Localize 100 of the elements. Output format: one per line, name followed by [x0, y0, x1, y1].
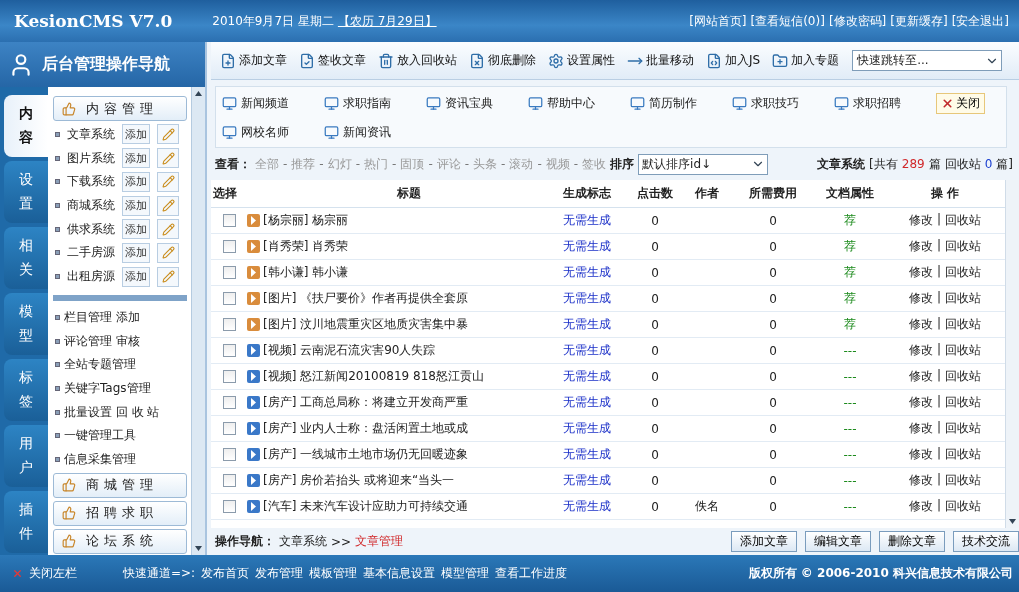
row-checkbox[interactable] — [222, 344, 236, 357]
toolbar-button[interactable]: 设置属性 — [543, 52, 620, 69]
side-tab[interactable]: 内容 — [4, 95, 48, 157]
side-tab[interactable]: 模型 — [4, 293, 48, 355]
action-button[interactable]: 技术交流 — [953, 531, 1019, 552]
lunar-date-link[interactable]: 【农历 7月29日】 — [337, 12, 437, 30]
row-checkbox[interactable] — [222, 240, 236, 253]
toolbar-button[interactable]: 签收文章 — [294, 52, 371, 69]
row-checkbox[interactable] — [222, 370, 236, 383]
article-title[interactable]: [肖秀荣] 肖秀荣 — [263, 238, 349, 255]
channel-link[interactable]: 新闻资讯 — [324, 124, 426, 141]
footer-link[interactable]: 模型管理 — [441, 565, 490, 582]
add-button[interactable]: 添加 — [122, 124, 150, 145]
edit-link[interactable]: 修改 — [908, 238, 933, 255]
article-title[interactable]: [汽车] 未来汽车设计应助力可持续交通 — [263, 498, 469, 515]
recycle-link[interactable]: 回收站 — [945, 316, 981, 333]
toolbar-button[interactable]: 加入JS — [701, 52, 766, 69]
group-header[interactable]: 招聘求职 — [53, 501, 187, 526]
menu-item[interactable]: 栏目管理 添加 — [64, 308, 140, 326]
system-link[interactable]: 下载系统 — [67, 173, 119, 191]
footer-link[interactable]: 基本信息设置 — [363, 565, 436, 582]
edit-link[interactable]: 修改 — [908, 368, 933, 385]
edit-button[interactable] — [157, 148, 179, 169]
edit-link[interactable]: 修改 — [908, 264, 933, 281]
channel-link[interactable]: 资讯宝典 — [426, 93, 528, 114]
footer-link[interactable]: 发布首页 — [201, 565, 250, 582]
header-link[interactable]: [查看短信(0)] — [750, 12, 825, 30]
add-button[interactable]: 添加 — [122, 219, 150, 240]
menu-item[interactable]: 信息采集管理 — [64, 451, 136, 469]
system-link[interactable]: 二手房源 — [67, 244, 119, 262]
row-checkbox[interactable] — [222, 266, 236, 279]
edit-link[interactable]: 修改 — [908, 316, 933, 333]
menu-item[interactable]: 关键字Tags管理 — [64, 379, 151, 397]
side-tab[interactable]: 相关 — [4, 227, 48, 289]
row-checkbox[interactable] — [222, 500, 236, 513]
edit-link[interactable]: 修改 — [908, 290, 933, 307]
recycle-link[interactable]: 回收站 — [945, 420, 981, 437]
row-checkbox[interactable] — [222, 448, 236, 461]
footer-link[interactable]: 查看工作进度 — [495, 565, 568, 582]
recycle-link[interactable]: 回收站 — [945, 264, 981, 281]
recycle-link[interactable]: 回收站 — [945, 394, 981, 411]
menu-item[interactable]: 评论管理 审核 — [64, 332, 140, 350]
jump-select[interactable]: 快速跳转至... — [852, 50, 1003, 71]
edit-link[interactable]: 修改 — [908, 420, 933, 437]
menu-item[interactable]: 全站专题管理 — [64, 356, 136, 374]
add-button[interactable]: 添加 — [122, 266, 150, 287]
recycle-link[interactable]: 回收站 — [945, 498, 981, 515]
edit-button[interactable] — [157, 219, 179, 240]
recycle-link[interactable]: 回收站 — [945, 472, 981, 489]
toolbar-button[interactable]: 彻底删除 — [464, 52, 541, 69]
toolbar-button[interactable]: 批量移动 — [622, 52, 699, 69]
action-button[interactable]: 删除文章 — [879, 531, 945, 552]
edit-link[interactable]: 修改 — [908, 342, 933, 359]
recycle-link[interactable]: 回收站 — [945, 238, 981, 255]
edit-button[interactable] — [157, 266, 179, 287]
add-button[interactable]: 添加 — [122, 195, 150, 216]
sort-select[interactable]: 默认排序id↓ — [638, 153, 769, 175]
recycle-link[interactable]: 回收站 — [945, 446, 981, 463]
article-title[interactable]: [杨宗丽] 杨宗丽 — [263, 212, 349, 229]
article-title[interactable]: [房产] 一线城市土地市场仍无回暖迹象 — [263, 446, 469, 463]
channel-link[interactable]: 简历制作 — [630, 93, 732, 114]
menu-item[interactable]: 批量设置 回 收 站 — [64, 403, 160, 421]
channel-link[interactable]: 求职技巧 — [732, 93, 834, 114]
add-button[interactable]: 添加 — [122, 242, 150, 263]
article-title[interactable]: [图片] 汶川地震重灾区地质灾害集中暴 — [263, 316, 469, 333]
header-link[interactable]: [更新缓存] — [890, 12, 948, 30]
close-sidebar-link[interactable]: 关闭左栏 — [29, 565, 77, 582]
article-title[interactable]: [房产] 房价若抬头 或将迎来“当头一 — [263, 472, 455, 489]
article-title[interactable]: [视频] 云南泥石流灾害90人失踪 — [263, 342, 436, 359]
row-checkbox[interactable] — [222, 474, 236, 487]
toolbar-button[interactable]: 加入专题 — [767, 52, 845, 69]
channel-link[interactable]: 网校名师 — [222, 124, 324, 141]
side-tab[interactable]: 标签 — [4, 359, 48, 421]
header-link[interactable]: [安全退出] — [951, 12, 1009, 30]
toolbar-button[interactable]: 放入回收站 — [373, 52, 462, 69]
add-button[interactable]: 添加 — [122, 148, 150, 169]
row-checkbox[interactable] — [222, 292, 236, 305]
recycle-link[interactable]: 回收站 — [945, 368, 981, 385]
article-title[interactable]: [图片] 《扶尸要价》作者再提供全套原 — [263, 290, 469, 307]
header-link[interactable]: [网站首页] — [689, 12, 747, 30]
edit-button[interactable] — [157, 242, 179, 263]
edit-link[interactable]: 修改 — [908, 446, 933, 463]
system-link[interactable]: 供求系统 — [67, 220, 119, 238]
header-link[interactable]: [修改密码] — [828, 12, 887, 30]
footer-link[interactable]: 模板管理 — [309, 565, 358, 582]
group-header[interactable]: 商城管理 — [53, 473, 187, 498]
edit-button[interactable] — [157, 171, 179, 192]
article-title[interactable]: [房产] 工商总局称：将建立开发商严重 — [263, 394, 469, 411]
recycle-link[interactable]: 回收站 — [945, 212, 981, 229]
edit-link[interactable]: 修改 — [908, 472, 933, 489]
group-header[interactable]: 内容管理 — [53, 96, 187, 121]
row-checkbox[interactable] — [222, 396, 236, 409]
action-button[interactable]: 添加文章 — [731, 531, 797, 552]
side-tab[interactable]: 插件 — [4, 491, 48, 553]
system-link[interactable]: 出租房源 — [67, 268, 119, 286]
group-header[interactable]: 论坛系统 — [53, 529, 187, 554]
edit-link[interactable]: 修改 — [908, 212, 933, 229]
channel-link[interactable]: 新闻频道 — [222, 93, 324, 114]
system-link[interactable]: 图片系统 — [67, 149, 119, 167]
close-button[interactable]: 关闭 — [936, 93, 985, 114]
